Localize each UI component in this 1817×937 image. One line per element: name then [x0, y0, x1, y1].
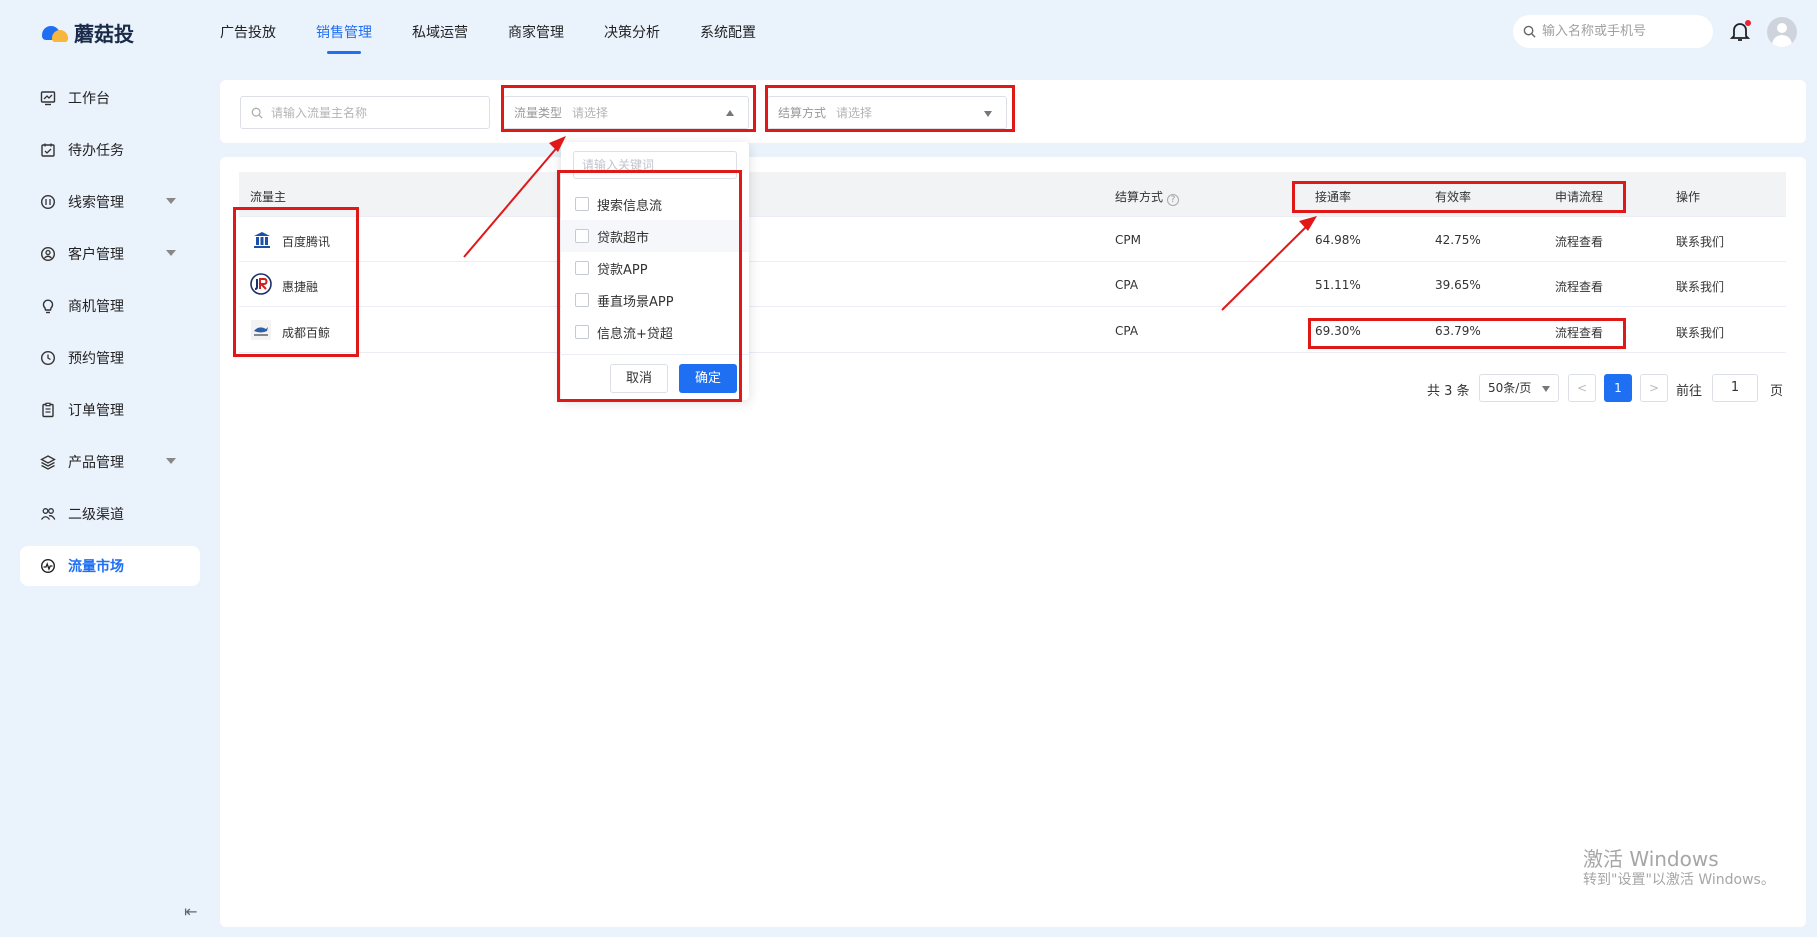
annotation-arrow-line [1221, 222, 1311, 311]
annotation-arrows [463, 136, 1317, 311]
windows-watermark-title: 激活 Windows [1583, 847, 1719, 871]
annotation-arrow-line [463, 143, 561, 258]
annotation-arrowhead [1299, 216, 1317, 231]
annotation-arrowhead [549, 136, 566, 152]
windows-watermark-subtitle: 转到"设置"以激活 Windows。 [1583, 872, 1775, 888]
